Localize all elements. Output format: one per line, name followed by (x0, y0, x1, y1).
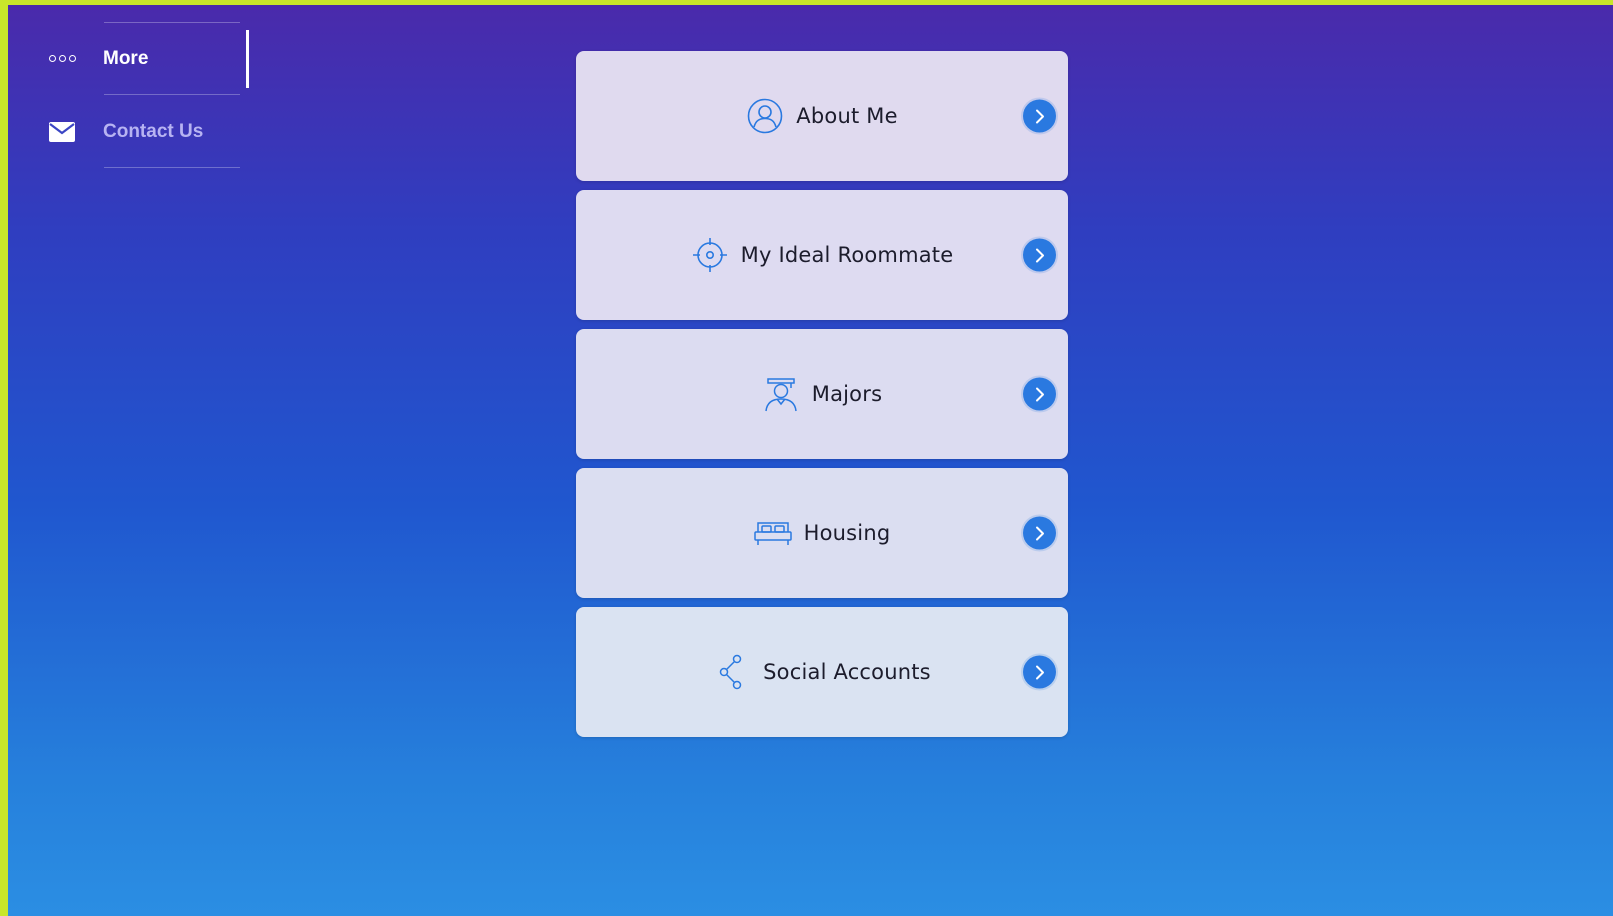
bed-icon (753, 514, 792, 552)
more-dots-icon (46, 46, 78, 72)
card-label: Housing (803, 521, 891, 545)
share-icon (713, 653, 751, 691)
card-about-me[interactable]: About Me (576, 51, 1068, 181)
card-content: Majors (762, 375, 882, 413)
graduate-icon (762, 375, 800, 413)
card-label: My Ideal Roommate (740, 243, 954, 267)
chevron-right-icon[interactable] (1023, 516, 1056, 550)
sidebar-item-contact-us[interactable]: Contact Us (8, 95, 248, 168)
sidebar-item-more[interactable]: More (8, 22, 249, 95)
divider (104, 167, 240, 168)
card-social-accounts[interactable]: Social Accounts (576, 607, 1068, 737)
card-content: Housing (753, 514, 891, 552)
user-circle-icon (746, 97, 784, 135)
chevron-right-icon[interactable] (1023, 99, 1056, 133)
card-label: Majors (811, 382, 883, 406)
sidebar: More Contact Us (8, 22, 249, 168)
card-my-ideal-roommate[interactable]: My Ideal Roommate (576, 190, 1068, 320)
target-icon (691, 236, 729, 274)
card-label: About Me (796, 104, 898, 128)
card-content: Social Accounts (713, 653, 931, 691)
card-housing[interactable]: Housing (576, 468, 1068, 598)
sidebar-item-label: More (103, 47, 149, 69)
mail-icon (46, 119, 78, 145)
app-screen: More Contact Us About Me My Ideal Roomma… (8, 5, 1613, 916)
card-content: About Me (746, 97, 898, 135)
active-indicator (246, 30, 249, 88)
card-label: Social Accounts (763, 660, 931, 684)
divider (104, 22, 240, 23)
card-content: My Ideal Roommate (691, 236, 954, 274)
menu-card-list: About Me My Ideal Roommate Majors Housin… (576, 51, 1068, 746)
chevron-right-icon[interactable] (1023, 655, 1056, 689)
chevron-right-icon[interactable] (1023, 377, 1056, 411)
card-majors[interactable]: Majors (576, 329, 1068, 459)
chevron-right-icon[interactable] (1023, 238, 1056, 272)
sidebar-item-label: Contact Us (103, 120, 204, 142)
